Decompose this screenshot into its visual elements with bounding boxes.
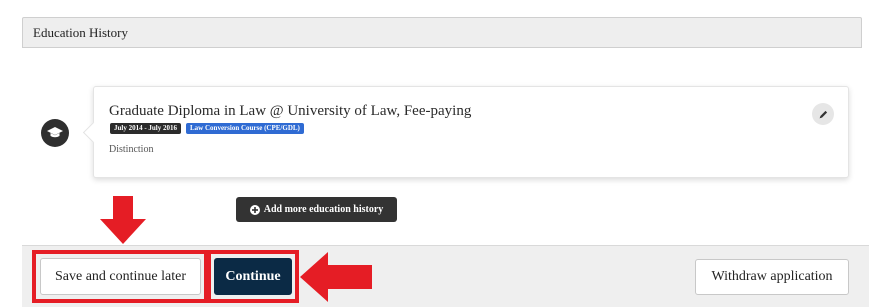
date-range-tag: July 2014 - July 2016 (110, 123, 182, 134)
course-type-tag: Law Conversion Course (CPE/GDL) (186, 123, 304, 134)
continue-highlight-annotation (207, 250, 299, 303)
education-entry-title: Graduate Diploma in Law @ University of … (109, 103, 472, 119)
education-entry-tags: July 2014 - July 2016 Law Conversion Cou… (110, 123, 304, 134)
education-history-header: Education History (22, 17, 862, 48)
save-highlight-annotation (32, 250, 208, 303)
add-more-label: Add more education history (263, 204, 384, 215)
education-entry-grade: Distinction (109, 144, 154, 155)
education-entry-card: Graduate Diploma in Law @ University of … (93, 86, 849, 178)
graduation-cap-icon (41, 119, 69, 147)
down-arrow-annotation (100, 196, 146, 244)
section-title: Education History (33, 25, 128, 40)
left-arrow-annotation (300, 252, 372, 302)
add-more-education-button[interactable]: Add more education history (236, 197, 397, 222)
withdraw-application-button[interactable]: Withdraw application (695, 259, 849, 295)
plus-circle-icon (249, 204, 260, 215)
edit-entry-button[interactable] (812, 103, 834, 125)
pencil-icon (819, 110, 827, 118)
